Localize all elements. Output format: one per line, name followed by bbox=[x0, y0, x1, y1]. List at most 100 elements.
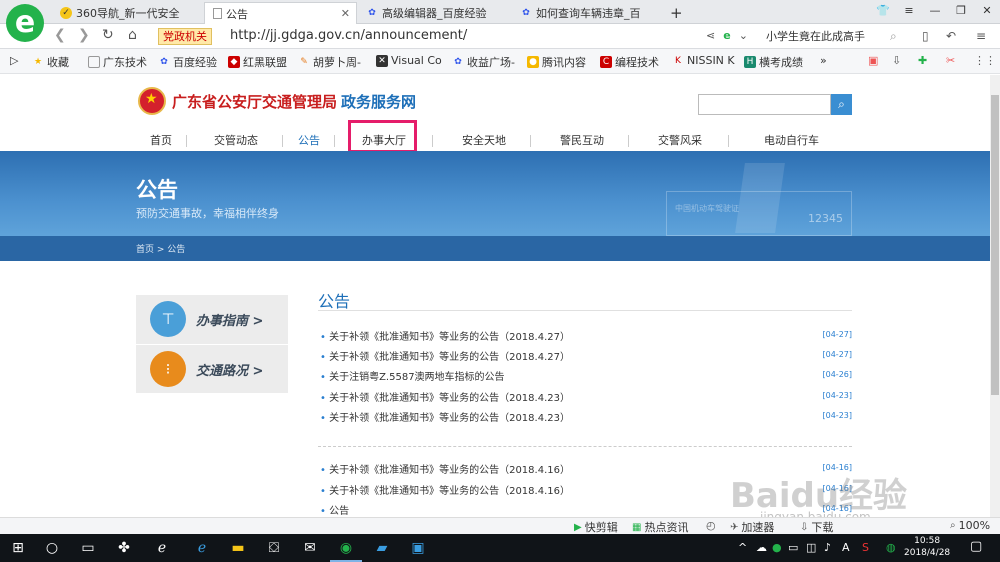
bookmark-baidu-jingyan[interactable]: ✿ 百度经验 bbox=[158, 54, 217, 70]
bookmark-bar: ▷ ★ 收藏 广东技术 ✿ 百度经验 ◆ 红黑联盟 ✎ 胡萝卜周- ✕ Visual Co… bbox=[0, 49, 1000, 74]
zoom-level[interactable]: ⌕ 100% bbox=[950, 519, 990, 532]
edge-icon[interactable]: ℯ bbox=[190, 538, 214, 558]
browser-logo[interactable]: e bbox=[6, 4, 44, 42]
hot-news-button[interactable]: ▦ 热点资讯 bbox=[632, 519, 688, 535]
toolbar-ext-icon[interactable]: ▣ bbox=[868, 54, 878, 67]
bookmark-earnings[interactable]: ✿ 收益广场- bbox=[452, 54, 515, 70]
clock[interactable]: 10:58 2018/4/28 bbox=[904, 535, 950, 559]
explorer-icon[interactable]: ▬ bbox=[226, 538, 250, 558]
battery-icon[interactable]: ▭ bbox=[788, 541, 798, 554]
list-item[interactable]: 关于注销粤Z.5587澳两地车指标的公告[04-26] bbox=[320, 366, 852, 384]
bookmark-hhlm[interactable]: ◆ 红黑联盟 bbox=[228, 54, 287, 70]
nav-safety[interactable]: 安全天地 bbox=[462, 132, 506, 148]
scissors-icon[interactable]: ✂ bbox=[946, 54, 955, 67]
nav-police[interactable]: 交警风采 bbox=[658, 132, 702, 148]
sidebar-toggle-icon[interactable]: ▷ bbox=[10, 54, 18, 67]
network-icon[interactable]: ◫ bbox=[806, 541, 816, 554]
rocket-icon: ✈ bbox=[730, 521, 739, 533]
nav-news[interactable]: 交管动态 bbox=[214, 132, 258, 148]
quick-clip-button[interactable]: ▶ 快剪辑 bbox=[574, 519, 618, 535]
address-bar: ❮ ❯ ↻ ⌂ 党政机关 http://jj.gdga.gov.cn/annou… bbox=[0, 24, 1000, 49]
bookmark-programming[interactable]: C 编程技术 bbox=[600, 54, 659, 70]
360-tray-icon[interactable]: ● bbox=[772, 541, 782, 554]
sogou-icon[interactable]: S bbox=[862, 541, 869, 554]
store-icon[interactable]: ⛋ bbox=[262, 538, 286, 558]
refresh-icon[interactable]: ↻ bbox=[102, 27, 114, 43]
accelerator-button[interactable]: ✈ 加速器 bbox=[730, 519, 774, 535]
back-icon[interactable]: ❮ bbox=[54, 27, 66, 43]
site-title[interactable]: 广东省公安厅交通管理局 政务服务网 bbox=[172, 91, 416, 112]
sidebar-item-traffic[interactable]: ⁝ 交通路况 > bbox=[136, 345, 288, 393]
bookmark-nissin[interactable]: K NISSIN K bbox=[672, 54, 735, 67]
security-icon[interactable]: ◍ bbox=[886, 541, 896, 554]
site-search-input[interactable] bbox=[698, 94, 831, 115]
maximize-icon[interactable]: ❐ bbox=[948, 0, 974, 24]
share-icon[interactable]: ⋖ bbox=[706, 29, 715, 42]
bookmark-gd-tech[interactable]: 广东技术 bbox=[88, 54, 147, 70]
laptop-app-icon[interactable]: ▰ bbox=[370, 538, 394, 558]
close-window-icon[interactable]: ✕ bbox=[974, 0, 1000, 24]
list-item[interactable]: 关于补领《批准通知书》等业务的公告（2018.4.23）[04-23] bbox=[320, 407, 852, 425]
volume-icon[interactable]: ♪ bbox=[824, 541, 831, 554]
site-search-button[interactable]: ⌕ bbox=[831, 94, 852, 115]
nav-ebike[interactable]: 电动自行车 bbox=[764, 132, 819, 148]
tab-violation[interactable]: ✿ 如何查询车辆违章_百 bbox=[512, 2, 662, 24]
zoom-icon: ⌕ bbox=[950, 520, 956, 531]
bookmark-visual-code[interactable]: ✕ Visual Co bbox=[376, 54, 442, 67]
page-title: 公告 bbox=[136, 178, 178, 202]
bookmark-tencent[interactable]: ● 腾讯内容 bbox=[527, 54, 586, 70]
menu-icon[interactable]: ≡ bbox=[896, 0, 922, 24]
list-item[interactable]: 关于补领《批准通知书》等业务的公告（2018.4.27）[04-27] bbox=[320, 326, 852, 344]
bookmark-exam[interactable]: H 横考成绩 bbox=[744, 54, 803, 70]
search-input[interactable]: 小学生竟在此成高手 bbox=[766, 27, 906, 46]
chevron-down-icon[interactable]: ⌄ bbox=[739, 29, 748, 42]
360-browser-icon[interactable]: ◉ bbox=[334, 538, 358, 558]
home-icon[interactable]: ⌂ bbox=[128, 27, 137, 43]
scrollbar-thumb[interactable] bbox=[991, 95, 999, 395]
start-icon[interactable]: ⊞ bbox=[6, 538, 30, 558]
cloud-icon[interactable]: ☁ bbox=[756, 541, 767, 554]
task-view-icon[interactable]: ▭ bbox=[76, 538, 100, 558]
grid-icon[interactable]: ⋮⋮ bbox=[974, 54, 996, 67]
list-item[interactable]: 关于补领《批准通知书》等业务的公告（2018.4.27）[04-27] bbox=[320, 346, 852, 364]
history-icon[interactable]: ◴ bbox=[706, 519, 716, 532]
ie-icon[interactable]: ℯ bbox=[150, 538, 174, 558]
search-icon[interactable]: ⌕ bbox=[890, 29, 897, 44]
minimize-icon[interactable]: — bbox=[922, 0, 948, 24]
tab-360-nav[interactable]: ✓ 360导航_新一代安全 bbox=[52, 2, 202, 24]
new-tab-button[interactable]: + bbox=[664, 2, 688, 24]
phone-icon[interactable]: ▯ bbox=[922, 29, 929, 43]
cortana-icon[interactable]: ○ bbox=[40, 538, 64, 558]
nav-announcement[interactable]: 公告 bbox=[298, 132, 320, 148]
plugin-icon[interactable]: ✚ bbox=[918, 54, 927, 67]
e-mode-icon[interactable]: e bbox=[723, 29, 730, 42]
forward-icon[interactable]: ❯ bbox=[78, 27, 90, 43]
tab-announcement[interactable]: 公告 ✕ bbox=[204, 2, 357, 24]
undo-icon[interactable]: ↶ bbox=[946, 29, 956, 43]
mail-icon[interactable]: ✉ bbox=[298, 538, 322, 558]
more-bookmarks-icon[interactable]: » bbox=[820, 54, 827, 67]
more-icon[interactable]: ≡ bbox=[976, 29, 986, 43]
tray-up-icon[interactable]: ^ bbox=[738, 541, 747, 554]
bookmark-carrot[interactable]: ✎ 胡萝卜周- bbox=[298, 54, 361, 70]
nav-home[interactable]: 首页 bbox=[150, 132, 172, 148]
download-button[interactable]: ⇩ 下载 bbox=[800, 519, 833, 535]
screen: ✓ 360导航_新一代安全 公告 ✕ ✿ 高级编辑器_百度经验 ✿ 如何查询车辆… bbox=[0, 0, 1000, 562]
download-ext-icon[interactable]: ⇩ bbox=[892, 54, 901, 67]
breadcrumb[interactable]: 首页 > 公告 bbox=[136, 242, 185, 255]
fan-app-icon[interactable]: ✤ bbox=[112, 538, 136, 558]
bookmark-favorites[interactable]: ★ 收藏 bbox=[32, 54, 69, 70]
gov-badge[interactable]: 党政机关 bbox=[158, 28, 212, 45]
notification-icon[interactable]: ▢ bbox=[970, 539, 982, 554]
url-input[interactable]: http://jj.gdga.gov.cn/announcement/ bbox=[230, 28, 467, 43]
scrollbar[interactable] bbox=[990, 75, 1000, 517]
close-tab-icon[interactable]: ✕ bbox=[341, 7, 350, 20]
skin-icon[interactable]: 👕 bbox=[870, 0, 896, 24]
screen-app-icon[interactable]: ▣ bbox=[406, 538, 430, 558]
tab-editor[interactable]: ✿ 高级编辑器_百度经验 bbox=[358, 2, 508, 24]
sidebar-item-guide[interactable]: ⊤ 办事指南 > bbox=[136, 295, 288, 343]
list-item[interactable]: 关于补领《批准通知书》等业务的公告（2018.4.23）[04-23] bbox=[320, 387, 852, 405]
ime-indicator[interactable]: A bbox=[842, 541, 850, 554]
banner-deco-number: 12345 bbox=[808, 212, 843, 225]
nav-interaction[interactable]: 警民互动 bbox=[560, 132, 604, 148]
